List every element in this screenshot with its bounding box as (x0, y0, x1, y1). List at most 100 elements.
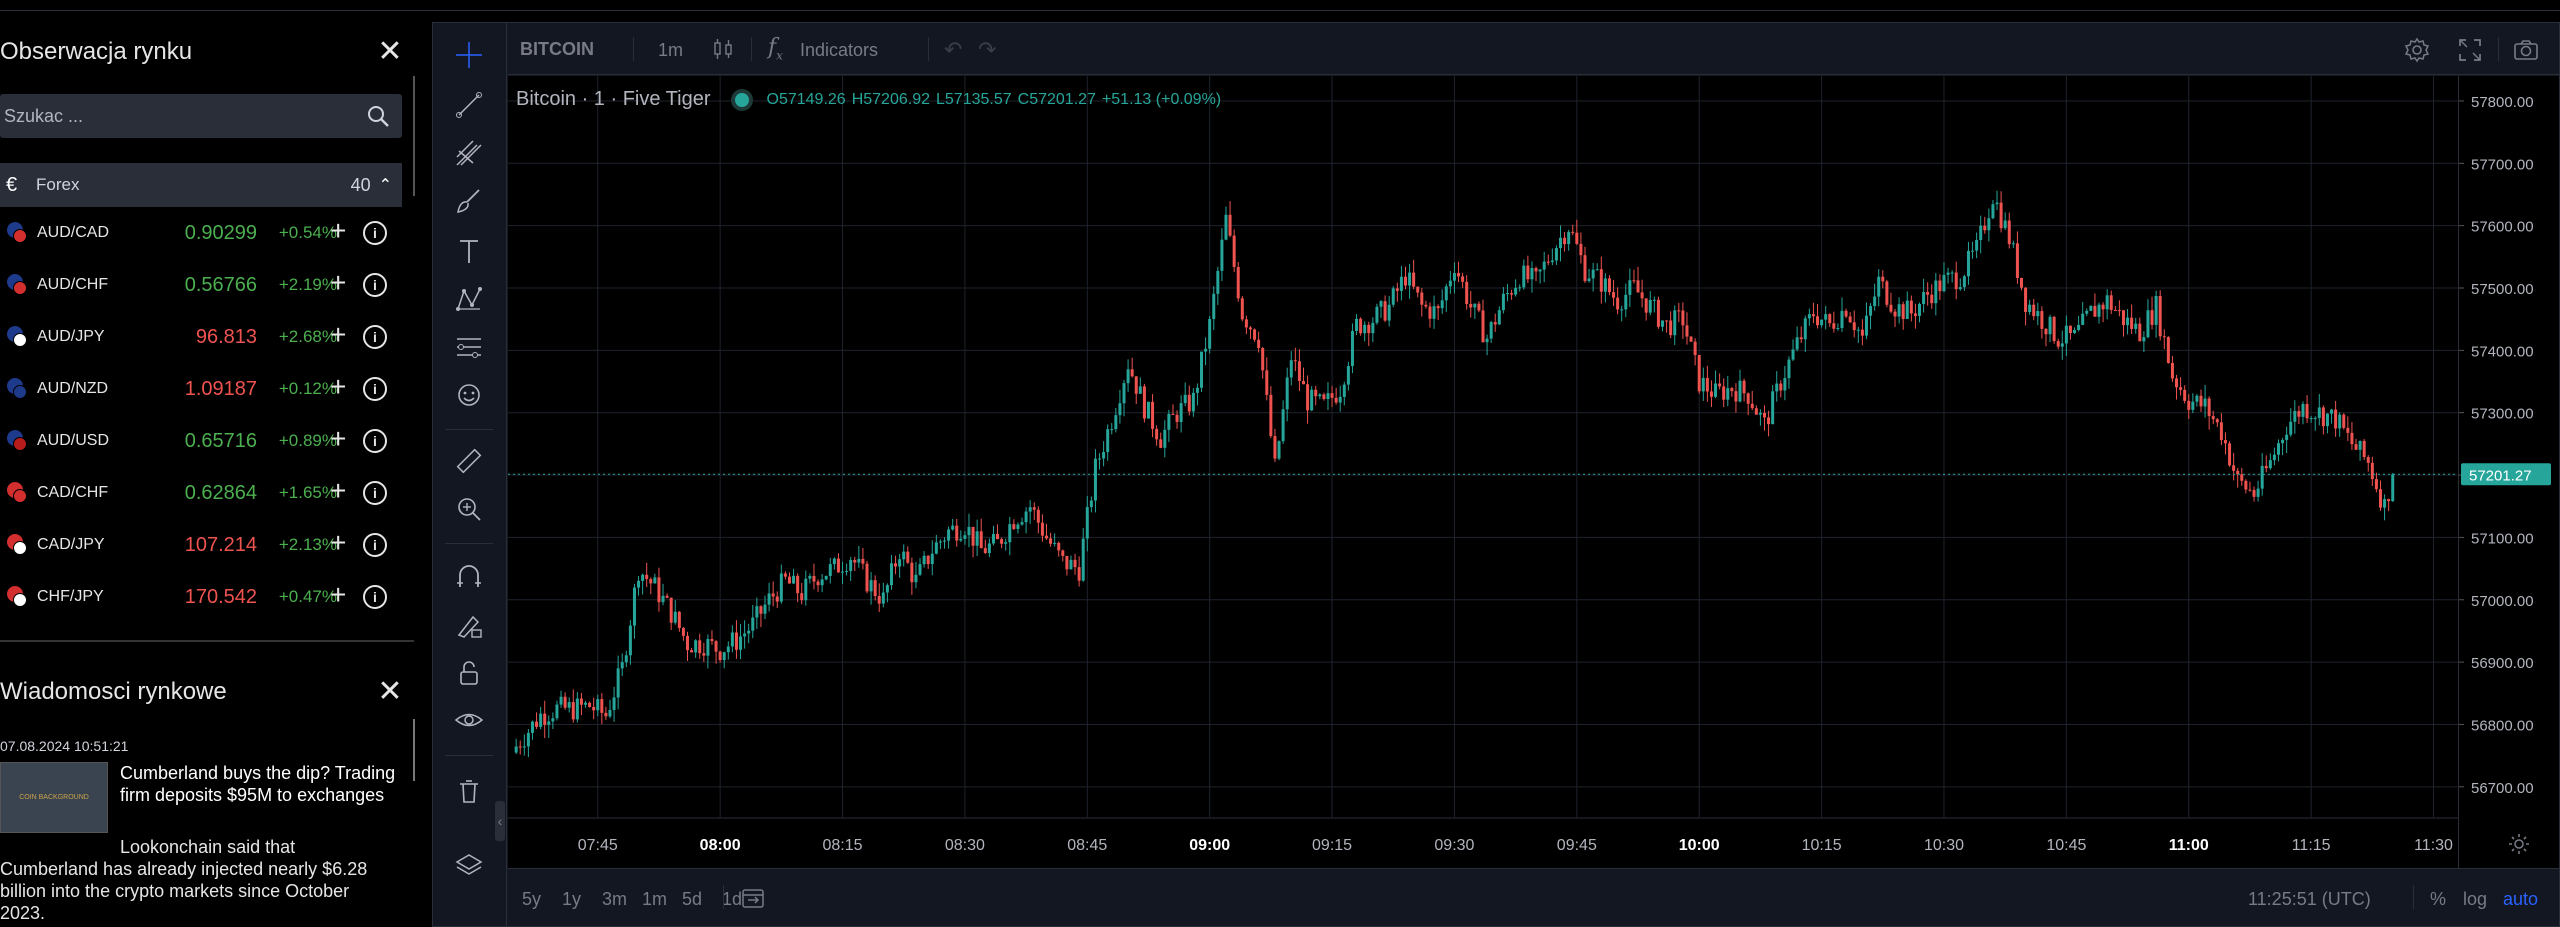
brush-icon[interactable] (451, 183, 487, 219)
instrument-row[interactable]: AUD/USD 0.65716 +0.89% + i (0, 415, 402, 467)
auto-toggle[interactable]: auto (2503, 889, 2538, 910)
close-market-watch-icon[interactable]: ✕ (375, 37, 405, 67)
market-watch-scrollbar[interactable] (413, 76, 415, 196)
candle-body-down (1612, 292, 1616, 298)
add-to-chart-icon[interactable]: + (330, 373, 346, 401)
news-thumbnail[interactable]: COIN BACKGROUND (0, 762, 108, 833)
symbol-button[interactable]: BITCOIN (520, 39, 594, 60)
candle-body-up (841, 571, 845, 573)
pitchfork-icon[interactable] (451, 135, 487, 171)
candle-body-up (1971, 250, 1975, 252)
add-to-chart-icon[interactable]: + (330, 581, 346, 609)
pattern-icon[interactable] (451, 281, 487, 317)
news-scrollbar[interactable] (413, 719, 415, 781)
news-headline[interactable]: Cumberland buys the dip? Trading firm de… (120, 762, 400, 806)
layers-icon[interactable] (451, 847, 487, 883)
instrument-row[interactable]: AUD/CHF 0.56766 +2.19% + i (0, 259, 402, 311)
add-to-chart-icon[interactable]: + (330, 477, 346, 505)
close-news-icon[interactable]: ✕ (375, 677, 405, 707)
candle-body-up (730, 632, 734, 647)
candle-body-down (1159, 439, 1163, 448)
candle-body-up (1432, 306, 1436, 319)
magnet-icon[interactable] (451, 559, 487, 595)
instrument-row[interactable]: CAD/JPY 107.214 +2.13% + i (0, 519, 402, 571)
instrument-row[interactable]: CAD/CHF 0.62864 +1.65% + i (0, 467, 402, 519)
settings-gear-icon[interactable] (2403, 36, 2431, 64)
range-button-5y[interactable]: 5y (522, 889, 541, 910)
add-to-chart-icon[interactable]: + (330, 425, 346, 453)
candle-body-down (787, 576, 791, 584)
candle-body-down (2215, 419, 2219, 423)
instrument-row[interactable]: AUD/JPY 96.813 +2.68% + i (0, 311, 402, 363)
emoji-icon[interactable] (451, 377, 487, 413)
range-button-3m[interactable]: 3m (602, 889, 627, 910)
info-icon[interactable]: i (363, 221, 387, 245)
instrument-symbol: AUD/NZD (37, 380, 109, 397)
topbar-divider (2498, 37, 2499, 61)
trend-line-icon[interactable] (451, 87, 487, 123)
trash-icon[interactable] (451, 773, 487, 809)
forecast-icon[interactable] (451, 329, 487, 365)
candle-body-down (2223, 440, 2227, 444)
lock-drawing-icon[interactable] (451, 607, 487, 643)
candle-body-down (1705, 377, 1709, 392)
ruler-icon[interactable] (451, 443, 487, 479)
info-icon[interactable]: i (363, 325, 387, 349)
date-range-icon[interactable] (740, 885, 766, 911)
search-icon[interactable] (366, 104, 390, 128)
search-box[interactable] (0, 94, 402, 138)
chart-pane[interactable]: 07:45 08:00 08:15 08:30 08:45 09:00 09:15 09:30… (508, 76, 2458, 868)
legend-title[interactable]: Bitcoin · 1 · Five Tiger (516, 88, 711, 111)
percent-toggle[interactable]: % (2430, 889, 2446, 910)
instrument-change: +0.12% (278, 379, 337, 398)
price-axis[interactable]: 57800.00 57700.00 57600.00 57500.00 57400.00… (2458, 76, 2559, 868)
interval-button[interactable]: 1m (658, 40, 683, 61)
topbar-divider (751, 37, 752, 61)
utc-clock[interactable]: 11:25:51 (UTC) (2248, 889, 2371, 910)
range-button-1m[interactable]: 1m (642, 889, 667, 910)
chevron-up-icon[interactable]: ⌃ (379, 175, 392, 195)
time-tick-label: 09:45 (1557, 837, 1597, 854)
search-input[interactable] (4, 105, 344, 127)
undo-icon[interactable]: ↶ (944, 37, 962, 63)
axis-settings-icon[interactable] (2506, 831, 2532, 857)
candle-type-icon[interactable] (711, 37, 735, 61)
instrument-row[interactable]: AUD/NZD 1.09187 +0.12% + i (0, 363, 402, 415)
instrument-row[interactable]: AUD/CAD 0.90299 +0.54% + i (0, 207, 402, 259)
collapse-toolbar-button[interactable]: ‹ (495, 801, 505, 841)
add-to-chart-icon[interactable]: + (330, 217, 346, 245)
candle-body-down (910, 562, 914, 583)
add-to-chart-icon[interactable]: + (330, 269, 346, 297)
text-tool-icon[interactable] (451, 233, 487, 269)
category-forex[interactable]: € Forex 40 ⌃ (0, 163, 402, 207)
info-icon[interactable]: i (363, 585, 387, 609)
add-to-chart-icon[interactable]: + (330, 321, 346, 349)
candle-body-down (983, 548, 987, 554)
eye-icon[interactable] (451, 703, 487, 739)
info-icon[interactable]: i (363, 481, 387, 505)
range-button-1y[interactable]: 1y (562, 889, 581, 910)
camera-icon[interactable] (2512, 36, 2540, 64)
instrument-row[interactable]: CHF/JPY 170.542 +0.47% + i (0, 571, 402, 623)
instrument-change: +2.13% (278, 535, 337, 554)
time-tick-label: 10:00 (1679, 837, 1720, 854)
candle-body-down (1832, 323, 1836, 329)
info-icon[interactable]: i (363, 377, 387, 401)
lock-icon[interactable] (451, 655, 487, 691)
indicators-button[interactable]: Indicators (800, 40, 878, 61)
redo-icon[interactable]: ↷ (978, 37, 996, 63)
info-icon[interactable]: i (363, 273, 387, 297)
candle-body-down (592, 707, 596, 711)
info-icon[interactable]: i (363, 533, 387, 557)
info-icon[interactable]: i (363, 429, 387, 453)
candlestick-plot[interactable]: 07:45 08:00 08:15 08:30 08:45 09:00 09:15 09:30… (508, 76, 2458, 868)
crosshair-icon[interactable] (451, 37, 487, 73)
fullscreen-icon[interactable] (2456, 36, 2484, 64)
candle-body-up (2272, 454, 2276, 461)
indicators-fx-icon[interactable]: fx (768, 35, 783, 62)
add-to-chart-icon[interactable]: + (330, 529, 346, 557)
zoom-in-icon[interactable] (451, 491, 487, 527)
candle-body-down (1730, 388, 1734, 392)
log-toggle[interactable]: log (2463, 889, 2487, 910)
range-button-5d[interactable]: 5d (682, 889, 702, 910)
